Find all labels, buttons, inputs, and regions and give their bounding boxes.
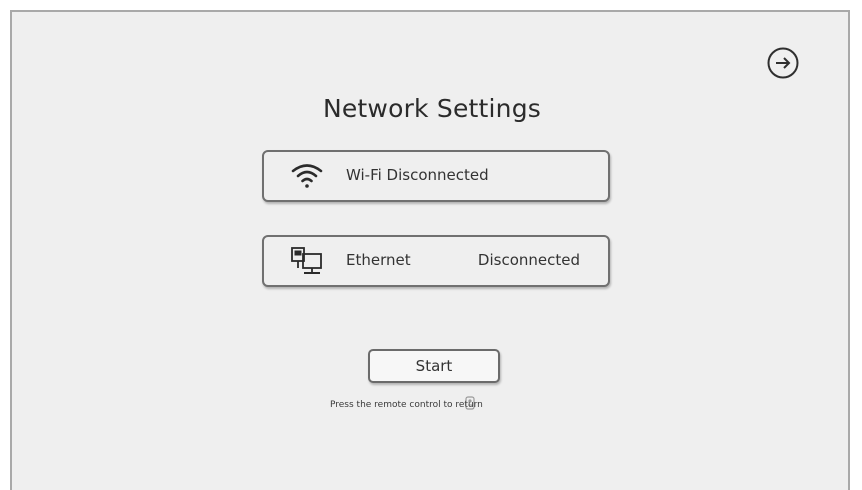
network-settings-screen: Network Settings Wi-Fi Disconnected Ethe… [10,10,850,490]
next-button[interactable] [766,46,800,80]
ethernet-monitor-icon [290,246,324,276]
page-title: Network Settings [322,94,542,123]
wifi-option[interactable]: Wi-Fi Disconnected [262,150,610,202]
return-hint: Press the remote control to return [330,400,483,410]
ethernet-status: Disconnected [477,251,580,269]
arrow-right-circle-icon [767,47,799,79]
wifi-status-label: Wi-Fi Disconnected [346,166,489,184]
ethernet-label: Ethernet [346,251,411,269]
remote-return-icon [464,396,476,410]
wifi-icon [290,161,324,191]
ethernet-option[interactable]: Ethernet Disconnected [262,235,610,287]
start-button[interactable]: Start [368,349,500,383]
